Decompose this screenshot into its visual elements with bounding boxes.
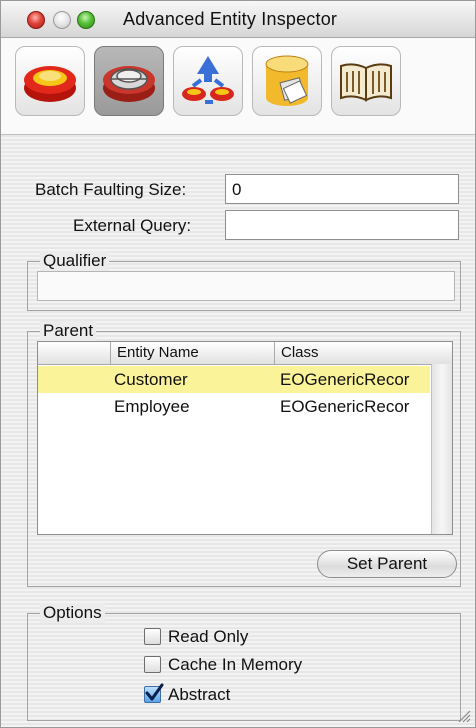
options-group-title: Options	[40, 603, 105, 623]
stored-procedure-icon	[182, 56, 234, 104]
abstract-label[interactable]: Abstract	[168, 685, 230, 705]
entity-inspector-icon	[24, 66, 76, 102]
documentation-tab[interactable]	[331, 46, 401, 116]
checkmark-icon	[145, 683, 164, 701]
read-only-label[interactable]: Read Only	[168, 627, 248, 647]
title-bar[interactable]: Advanced Entity Inspector	[1, 1, 475, 38]
external-query-label: External Query:	[73, 216, 192, 235]
cache-in-memory-checkbox[interactable]	[144, 656, 161, 673]
qualifier-field[interactable]	[37, 271, 455, 301]
documentation-book-icon	[340, 63, 392, 102]
table-row[interactable]: Customer EOGenericRecor	[38, 366, 430, 393]
table-vertical-scrollbar[interactable]	[431, 364, 452, 534]
set-parent-button[interactable]: Set Parent	[317, 550, 457, 578]
external-query-field[interactable]	[225, 210, 459, 240]
read-only-checkbox[interactable]	[144, 628, 161, 645]
advanced-entity-inspector-icon	[103, 66, 155, 102]
entity-name-cell: Customer	[114, 370, 188, 389]
parent-entity-table[interactable]: Entity Name Class Customer EOGenericReco…	[37, 341, 453, 535]
resize-grip-icon[interactable]	[457, 709, 471, 723]
close-window-button[interactable]	[27, 11, 45, 29]
entity-inspector-tab[interactable]	[15, 46, 85, 116]
table-header: Entity Name Class	[38, 342, 452, 365]
inspector-window: Advanced Entity Inspector Batch Faulting…	[0, 0, 476, 728]
entity-name-cell: Employee	[114, 397, 190, 416]
window-title: Advanced Entity Inspector	[123, 9, 338, 29]
cache-in-memory-label[interactable]: Cache In Memory	[168, 655, 302, 675]
batch-faulting-size-label: Batch Faulting Size:	[35, 180, 187, 199]
stored-procedure-tab[interactable]	[173, 46, 243, 116]
zoom-window-button[interactable]	[77, 11, 95, 29]
advanced-entity-inspector-tab[interactable]	[94, 46, 164, 116]
qualifier-group-title: Qualifier	[40, 251, 110, 271]
abstract-checkbox[interactable]	[144, 683, 164, 703]
batch-faulting-size-field[interactable]: 0	[225, 174, 459, 204]
database-icon	[265, 55, 309, 106]
table-row[interactable]: Employee EOGenericRecor	[38, 393, 430, 420]
column-header-class[interactable]: Class	[281, 344, 319, 361]
parent-group-title: Parent	[40, 321, 97, 341]
class-cell: EOGenericRecor	[280, 397, 410, 416]
minimize-window-button[interactable]	[53, 11, 71, 29]
inspector-toolbar	[1, 38, 475, 135]
class-cell: EOGenericRecor	[280, 370, 410, 389]
column-header-entity-name[interactable]: Entity Name	[117, 344, 199, 361]
database-tab[interactable]	[252, 46, 322, 116]
